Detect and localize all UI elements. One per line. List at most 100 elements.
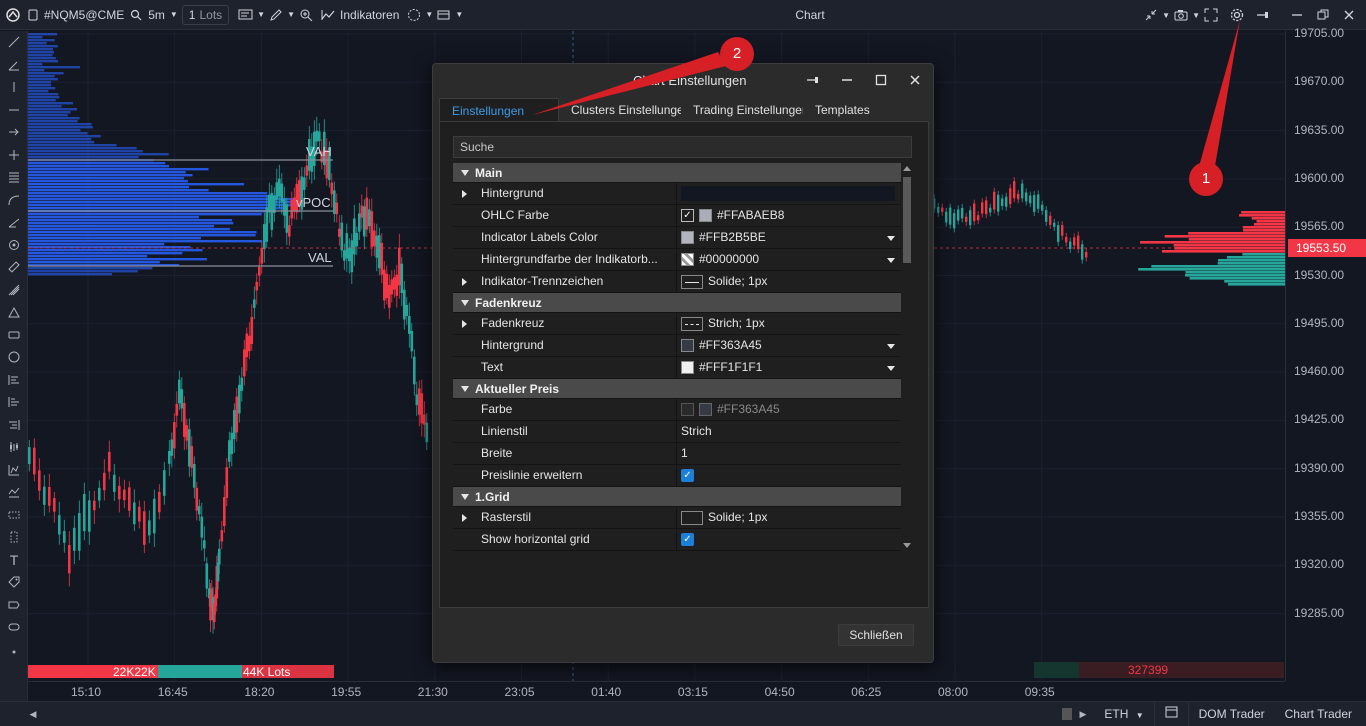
tab-einstellungen[interactable]: Einstellungen — [439, 98, 559, 122]
pin-icon[interactable] — [1252, 4, 1274, 26]
label-icon[interactable] — [0, 616, 28, 639]
dotted-vertical-icon[interactable] — [0, 526, 28, 549]
close-button[interactable]: Schließen — [838, 624, 914, 646]
arrow-right-icon[interactable] — [0, 121, 28, 144]
property-row[interactable]: Hintergrund — [453, 183, 901, 205]
property-row[interactable]: Farbe #FF363A45 — [453, 399, 901, 421]
section-main[interactable]: Main — [453, 163, 901, 183]
color-swatch[interactable] — [681, 231, 694, 244]
disabled-checkbox[interactable] — [681, 403, 694, 416]
dialog-minimize-icon[interactable] — [835, 68, 859, 92]
chevron-down-icon[interactable]: ▼ — [455, 10, 463, 19]
bars-left-icon[interactable] — [0, 369, 28, 392]
property-row[interactable]: Hintergrund #FF363A45 — [453, 335, 901, 357]
symbol-name[interactable]: #NQM5@CME — [40, 0, 128, 30]
pattern-icon[interactable] — [0, 459, 28, 482]
text-tool-icon[interactable]: T — [0, 549, 28, 572]
pencil-icon[interactable] — [265, 4, 287, 26]
callout-icon[interactable] — [0, 594, 28, 617]
dropdown-arrow-icon[interactable] — [887, 344, 895, 349]
transparent-swatch[interactable] — [681, 253, 694, 266]
layout-icon[interactable] — [433, 4, 455, 26]
crosshair-circle-icon[interactable] — [403, 4, 425, 26]
expand-caret-icon[interactable] — [462, 514, 467, 522]
tab-trading-einstellungen[interactable]: Trading Einstellungen — [681, 98, 803, 122]
curve-icon[interactable] — [0, 189, 28, 212]
color-swatch[interactable] — [699, 209, 712, 222]
property-grid-scrollbar[interactable] — [901, 163, 913, 551]
session-selector[interactable]: ETH ▼ — [1094, 702, 1153, 726]
property-row[interactable]: Rasterstil Solide; 1px — [453, 507, 901, 529]
chevron-down-icon[interactable]: ▼ — [1192, 11, 1200, 20]
chart-type-icon[interactable] — [235, 4, 257, 26]
property-row[interactable]: Hintergrundfarbe der Indikatorb... #0000… — [453, 249, 901, 271]
expand-caret-icon[interactable] — [462, 278, 467, 286]
line-style-swatch[interactable] — [681, 274, 703, 289]
color-swatch[interactable] — [699, 403, 712, 416]
calendar-icon[interactable] — [1153, 702, 1188, 726]
trend-angle-icon[interactable] — [0, 54, 28, 77]
chevron-down-icon[interactable]: ▼ — [257, 10, 265, 19]
lots-field[interactable]: 1 Lots — [181, 4, 230, 25]
bars-right-icon[interactable] — [0, 414, 28, 437]
candles-icon[interactable] — [0, 436, 28, 459]
rectangle-icon[interactable] — [0, 324, 28, 347]
line-tool-icon[interactable] — [0, 31, 28, 54]
search-icon[interactable] — [128, 4, 144, 26]
search-input[interactable]: Suche — [453, 136, 912, 158]
scrollbar-thumb[interactable] — [903, 177, 911, 263]
target-icon[interactable] — [0, 234, 28, 257]
dropdown-arrow-icon[interactable] — [887, 366, 895, 371]
property-row[interactable]: OHLC Farbe ✓ #FFABAEB8 — [453, 205, 901, 227]
zoom-in-icon[interactable] — [295, 4, 317, 26]
dialog-pin-icon[interactable] — [801, 68, 825, 92]
vertical-line-icon[interactable] — [0, 76, 28, 99]
scroll-left-icon[interactable]: ◀ — [22, 703, 44, 725]
color-swatch[interactable] — [681, 361, 694, 374]
parallel-lines-icon[interactable] — [0, 166, 28, 189]
close-icon[interactable] — [1338, 4, 1360, 26]
color-swatch[interactable] — [681, 339, 694, 352]
dialog-close-icon[interactable] — [903, 68, 927, 92]
bars-left-2-icon[interactable] — [0, 391, 28, 414]
indicators-button[interactable]: Indikatoren — [317, 0, 403, 30]
property-row[interactable]: Preislinie erweitern ✓ — [453, 465, 901, 487]
dialog-maximize-icon[interactable] — [869, 68, 893, 92]
chevron-down-icon[interactable]: ▼ — [425, 10, 433, 19]
dropdown-arrow-icon[interactable] — [887, 236, 895, 241]
scroll-right-icon[interactable]: ▶ — [1072, 703, 1094, 725]
timeframe-selector[interactable]: 5m ▼ — [144, 0, 182, 30]
dot-icon[interactable] — [0, 639, 28, 662]
ray-icon[interactable] — [0, 211, 28, 234]
tab-clusters-einstellungen[interactable]: Clusters Einstellungen — [559, 98, 681, 122]
chart-trader-button[interactable]: Chart Trader — [1275, 702, 1366, 726]
time-axis[interactable]: 15:10 16:45 18:20 19:55 21:30 23:05 01:40 03:15… — [28, 681, 1285, 701]
property-row[interactable]: Indikator-Trennzeichen Solide; 1px — [453, 271, 901, 293]
ohlc-color-checkbox[interactable]: ✓ — [681, 209, 694, 222]
scroll-up-icon[interactable] — [903, 166, 911, 171]
chevron-down-icon[interactable]: ▼ — [1162, 11, 1170, 20]
dotted-box-icon[interactable] — [0, 504, 28, 527]
triangle-icon[interactable] — [0, 301, 28, 324]
section-fadenkreuz[interactable]: Fadenkreuz — [453, 293, 901, 313]
ruler-icon[interactable] — [0, 256, 28, 279]
property-row[interactable]: Indicator Labels Color #FFB2B5BE — [453, 227, 901, 249]
cross-line-icon[interactable] — [0, 144, 28, 167]
property-row[interactable]: Breite 1 — [453, 443, 901, 465]
restore-icon[interactable] — [1312, 4, 1334, 26]
horizontal-line-icon[interactable] — [0, 99, 28, 122]
show-horizontal-grid-checkbox[interactable]: ✓ — [681, 533, 694, 546]
tag-icon[interactable] — [0, 571, 28, 594]
section-grid[interactable]: 1.Grid — [453, 487, 901, 507]
expand-caret-icon[interactable] — [462, 320, 467, 328]
property-row[interactable]: Text #FFF1F1F1 — [453, 357, 901, 379]
price-axis[interactable]: 19705.00 19670.00 19635.00 19600.00 19565.00… — [1285, 26, 1366, 681]
camera-icon[interactable] — [1170, 4, 1192, 26]
symbol-checkbox-icon[interactable] — [26, 4, 40, 26]
dom-trader-button[interactable]: DOM Trader — [1187, 702, 1275, 726]
property-row[interactable]: Linienstil Strich — [453, 421, 901, 443]
extend-price-line-checkbox[interactable]: ✓ — [681, 469, 694, 482]
line-style-swatch[interactable] — [681, 316, 703, 331]
horizontal-scrollbar[interactable] — [44, 708, 1054, 720]
collapse-arrows-icon[interactable] — [1140, 4, 1162, 26]
